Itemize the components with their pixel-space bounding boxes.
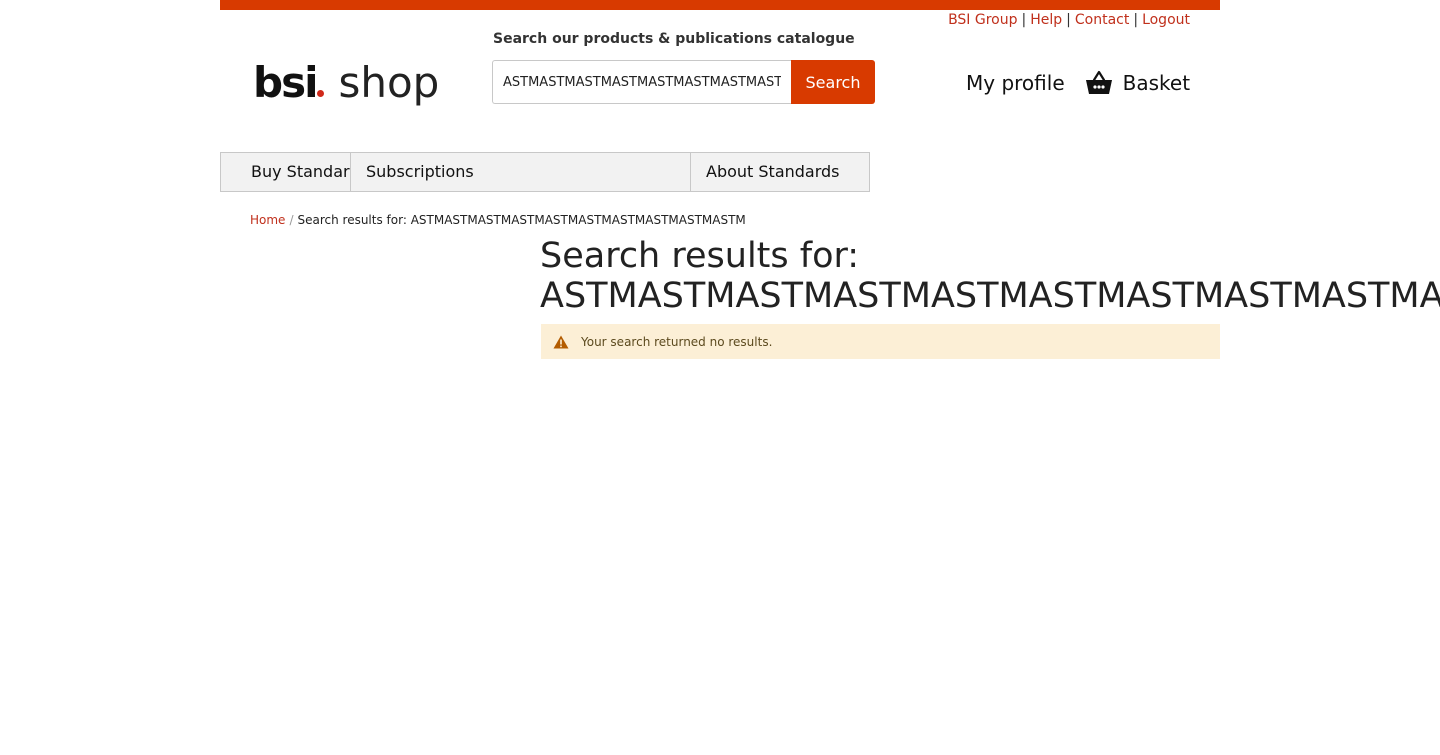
logo-product: shop — [338, 58, 440, 107]
logo-dot — [317, 90, 325, 97]
basket-icon — [1085, 70, 1112, 94]
breadcrumb: Home / Search results for: ASTMASTMASTMAST… — [250, 213, 746, 227]
contact-link[interactable]: Contact — [1075, 12, 1129, 28]
header-account-links: My profile Basket — [966, 70, 1190, 96]
warning-icon — [553, 335, 569, 348]
page-title-query: ASTMASTMASTMASTMASTMASTMASTMASTMASTMASTM — [540, 276, 1440, 316]
main-nav: Buy Standards Subscriptions About Standa… — [220, 152, 870, 192]
basket-label: Basket — [1122, 71, 1191, 95]
search-label: Search our products & publications catal… — [493, 31, 855, 47]
basket-link[interactable]: Basket — [1085, 70, 1190, 96]
search-button[interactable]: Search — [791, 60, 875, 104]
bsi-shop-logo[interactable]: bsi shop — [253, 58, 439, 114]
nav-buy-standards[interactable]: Buy Standards — [220, 152, 351, 192]
logo-brand: bsi — [253, 58, 318, 107]
nav-subscriptions[interactable]: Subscriptions — [350, 152, 691, 192]
help-link[interactable]: Help — [1030, 12, 1062, 28]
my-profile-link[interactable]: My profile — [966, 71, 1065, 95]
bsi-group-link[interactable]: BSI Group — [948, 12, 1017, 28]
page-title: Search results for: ASTMASTMASTMASTMASTM… — [540, 236, 1440, 316]
no-results-alert: Your search returned no results. — [541, 324, 1220, 359]
search-input[interactable] — [492, 60, 791, 104]
page: BSI Group | Help | Contact | Logout bsi shop Se… — [0, 0, 1440, 755]
brand-top-bar — [220, 0, 1220, 10]
logout-link[interactable]: Logout — [1142, 12, 1190, 28]
nav-about-standards[interactable]: About Standards — [690, 152, 870, 192]
breadcrumb-current: Search results for: ASTMASTMASTMASTMASTM… — [297, 213, 746, 227]
breadcrumb-home[interactable]: Home — [250, 213, 285, 227]
page-title-prefix: Search results for: — [540, 236, 860, 276]
utility-links: BSI Group | Help | Contact | Logout — [948, 12, 1190, 28]
alert-message: Your search returned no results. — [581, 334, 773, 349]
